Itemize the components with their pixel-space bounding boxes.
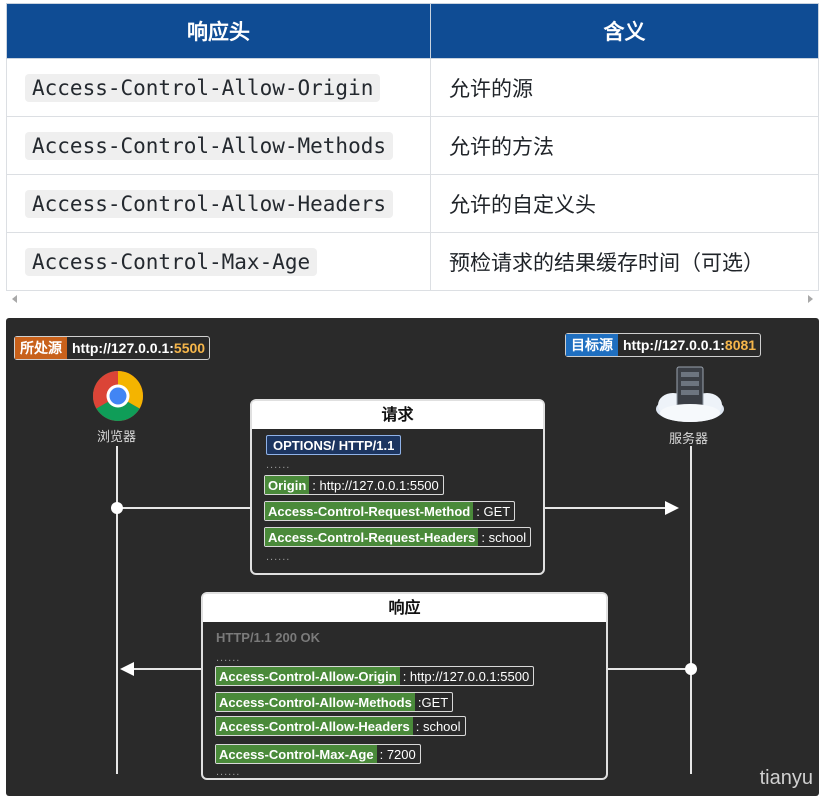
code-span: Access-Control-Allow-Origin: [25, 73, 381, 102]
header-key: Access-Control-Request-Method: [265, 502, 474, 520]
table-cell-meaning: 允许的方法: [430, 116, 819, 175]
cors-preflight-diagram: 所处源 http://127.0.0.1: 5500 目标源 http://127…: [6, 318, 819, 796]
header-value: : school: [481, 529, 527, 545]
request-header-headers: Access-Control-Request-Headers: school: [264, 527, 532, 547]
browser-label: 浏览器: [97, 430, 137, 445]
server-lifeline: [690, 446, 692, 774]
request-header-method: Access-Control-Request-Method: GET: [264, 501, 516, 521]
table-row: Access-Control-Max-Age 预检请求的结果缓存时间（可选）: [6, 232, 819, 291]
target-origin-url: http://127.0.0.1: 8081: [618, 334, 760, 356]
table-cell-meaning: 预检请求的结果缓存时间（可选）: [430, 232, 819, 291]
request-start-line: OPTIONS/ HTTP/1.1: [266, 435, 402, 455]
code-span: Access-Control-Allow-Methods: [25, 131, 394, 160]
scroll-right-arrow-icon[interactable]: [808, 295, 813, 303]
table-header-row: 响应头 含义: [6, 3, 819, 59]
target-origin-tag: 目标源 http://127.0.0.1: 8081: [565, 333, 762, 357]
browser-lifeline: [116, 446, 118, 774]
server-label: 服务器: [669, 432, 709, 447]
response-header-allow-methods: Access-Control-Allow-Methods:GET: [215, 692, 454, 712]
target-port: 8081: [724, 337, 757, 353]
request-arrow-head-icon: [665, 501, 679, 515]
request-ellipsis-bottom: ......: [266, 551, 291, 563]
header-key: Access-Control-Allow-Origin: [216, 667, 400, 685]
target-origin-label: 目标源: [566, 334, 618, 356]
chrome-icon: [93, 371, 143, 421]
server-cloud-icon: [656, 366, 724, 422]
header-value: : 7200: [379, 746, 416, 762]
source-origin-label: 所处源: [15, 337, 67, 359]
column-header-response-header: 响应头: [6, 3, 431, 59]
watermark: tianyu: [759, 767, 813, 789]
header-key: Access-Control-Allow-Methods: [216, 693, 415, 711]
cors-headers-table: 响应头 含义 Access-Control-Allow-Origin 允许的源 …: [6, 3, 819, 291]
header-key: Access-Control-Max-Age: [216, 745, 377, 763]
response-ellipsis-bottom: ......: [216, 766, 241, 778]
request-ellipsis-top: ......: [266, 459, 291, 471]
header-value: :GET: [417, 694, 449, 710]
response-header-allow-headers: Access-Control-Allow-Headers: school: [215, 716, 466, 736]
request-header-origin: Origin: http://127.0.0.1:5500: [264, 475, 444, 495]
response-arrow-head-icon: [120, 662, 134, 676]
request-start-line-text: OPTIONS/ HTTP/1.1: [273, 437, 395, 453]
header-value: : GET: [476, 503, 511, 519]
request-box: 请求 OPTIONS/ HTTP/1.1 ...... Origin: http…: [250, 399, 545, 575]
table-cell-meaning: 允许的自定义头: [430, 174, 819, 233]
response-status-line: HTTP/1.1 200 OK: [216, 630, 321, 645]
table-cell-header: Access-Control-Allow-Headers: [6, 174, 431, 233]
column-header-meaning: 含义: [430, 3, 819, 59]
source-url-prefix: http://127.0.0.1:: [72, 340, 174, 356]
response-origin-dot: [685, 663, 697, 675]
table-cell-header: Access-Control-Max-Age: [6, 232, 431, 291]
source-origin-url: http://127.0.0.1: 5500: [67, 337, 209, 359]
table-row: Access-Control-Allow-Headers 允许的自定义头: [6, 174, 819, 233]
source-origin-tag: 所处源 http://127.0.0.1: 5500: [14, 336, 211, 360]
table-row: Access-Control-Allow-Origin 允许的源: [6, 58, 819, 117]
response-header-allow-origin: Access-Control-Allow-Origin: http://127.…: [215, 666, 535, 686]
header-value: : school: [415, 718, 461, 734]
response-title: 响应: [203, 594, 606, 622]
table-cell-header: Access-Control-Allow-Origin: [6, 58, 431, 117]
scroll-left-arrow-icon[interactable]: [12, 295, 17, 303]
header-key: Origin: [265, 476, 310, 494]
request-origin-dot: [111, 502, 123, 514]
table-row: Access-Control-Allow-Methods 允许的方法: [6, 116, 819, 175]
target-url-prefix: http://127.0.0.1:: [623, 337, 725, 353]
header-value: : http://127.0.0.1:5500: [312, 477, 439, 493]
response-ellipsis-top: ......: [216, 652, 241, 664]
header-value: : http://127.0.0.1:5500: [402, 668, 530, 684]
source-port: 5500: [173, 340, 206, 356]
response-header-max-age: Access-Control-Max-Age: 7200: [215, 744, 421, 764]
response-box: 响应 HTTP/1.1 200 OK ...... Access-Control…: [201, 592, 608, 780]
table-cell-header: Access-Control-Allow-Methods: [6, 116, 431, 175]
header-key: Access-Control-Allow-Headers: [216, 717, 413, 735]
header-key: Access-Control-Request-Headers: [265, 528, 479, 546]
horizontal-scrollbar[interactable]: [6, 293, 819, 305]
code-span: Access-Control-Allow-Headers: [25, 189, 394, 218]
table-cell-meaning: 允许的源: [430, 58, 819, 117]
code-span: Access-Control-Max-Age: [25, 247, 318, 276]
request-title: 请求: [252, 401, 543, 429]
